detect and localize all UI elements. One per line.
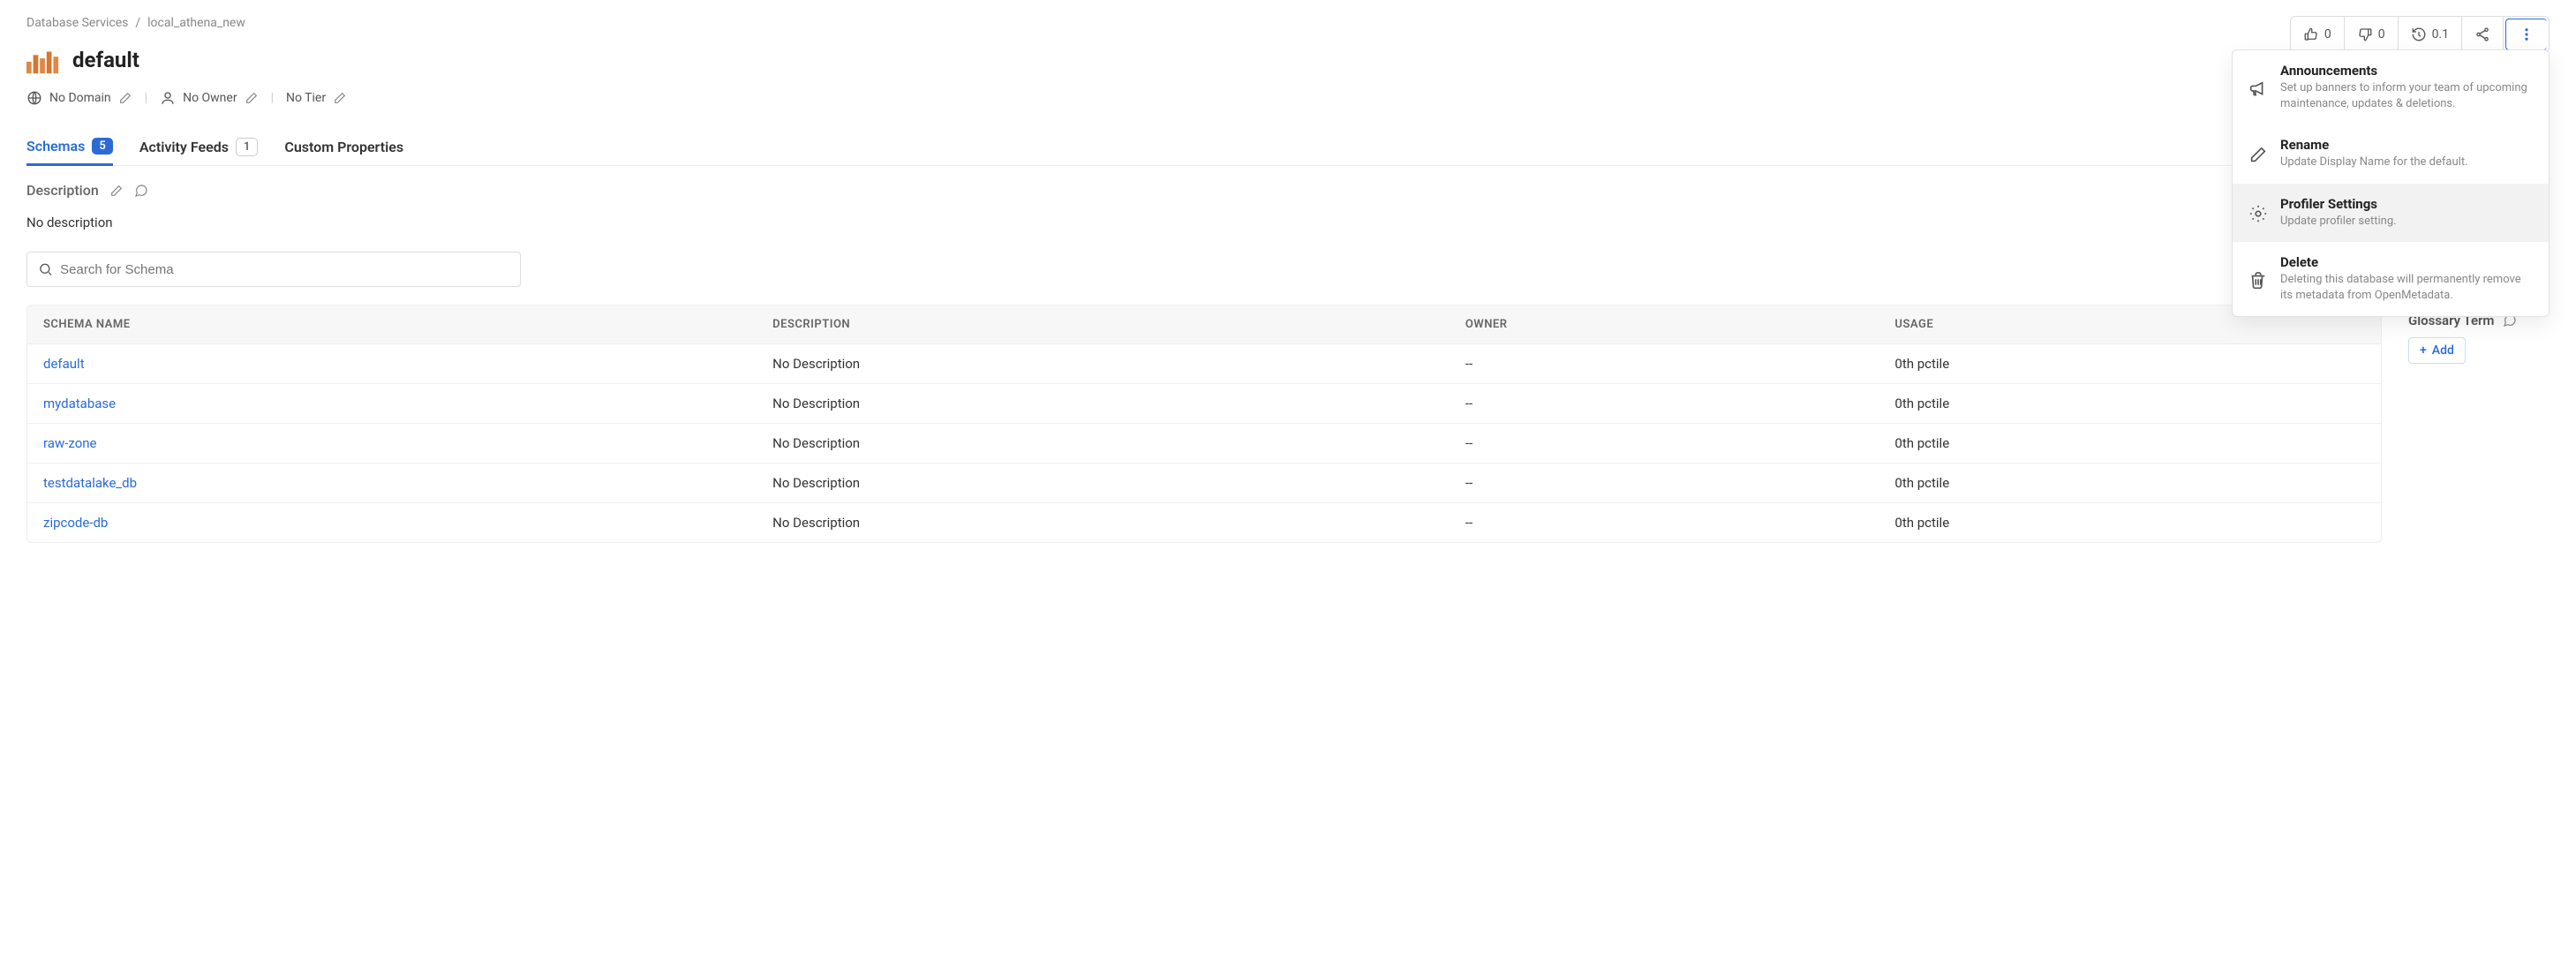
share-button[interactable] [2462, 17, 2504, 52]
edit-icon[interactable] [118, 91, 132, 105]
tab-schemas[interactable]: Schemas 5 [26, 129, 113, 166]
menu-announcements-title: Announcements [2280, 63, 2533, 79]
tier-label: No Tier [286, 91, 326, 105]
description-heading: Description [26, 182, 2382, 199]
schema-desc: No Description [757, 344, 1450, 384]
tab-activity-feeds[interactable]: Activity Feeds 1 [139, 129, 259, 165]
table-row: mydatabase No Description--0th pctile [27, 384, 2381, 424]
globe-icon [26, 90, 42, 106]
schema-usage: 0th pctile [1879, 424, 2381, 464]
thumbs-down-count: 0 [2378, 27, 2385, 41]
th-owner: OWNER [1450, 305, 1879, 344]
breadcrumb-root[interactable]: Database Services [26, 16, 128, 30]
schema-desc: No Description [757, 384, 1450, 424]
schema-desc: No Description [757, 464, 1450, 503]
menu-rename[interactable]: Rename Update Display Name for the defau… [2233, 124, 2549, 183]
edit-icon[interactable] [333, 91, 347, 105]
schema-owner: -- [1450, 344, 1879, 384]
menu-rename-sub: Update Display Name for the default. [2280, 155, 2468, 170]
schema-desc: No Description [757, 503, 1450, 543]
owner-label: No Owner [183, 91, 237, 105]
schema-link[interactable]: testdatalake_db [43, 475, 137, 491]
database-icon [26, 46, 60, 74]
schema-owner: -- [1450, 503, 1879, 543]
thumbs-down-button[interactable]: 0 [2345, 17, 2399, 52]
person-icon [160, 90, 176, 106]
menu-announcements[interactable]: Announcements Set up banners to inform y… [2233, 50, 2549, 124]
schema-usage: 0th pctile [1879, 344, 2381, 384]
domain-label: No Domain [49, 91, 111, 105]
more-menu-dropdown: Announcements Set up banners to inform y… [2232, 49, 2550, 317]
menu-profiler-settings[interactable]: Profiler Settings Update profiler settin… [2233, 184, 2549, 242]
menu-delete-title: Delete [2280, 254, 2533, 270]
th-description: DESCRIPTION [757, 305, 1450, 344]
tab-custom-properties[interactable]: Custom Properties [284, 129, 403, 165]
menu-rename-title: Rename [2280, 137, 2468, 153]
search-icon [38, 261, 53, 277]
owner-field: No Owner [160, 90, 259, 106]
tier-field: No Tier [286, 91, 347, 105]
tabs: Schemas 5 Activity Feeds 1 Custom Proper… [26, 129, 2550, 166]
schema-owner: -- [1450, 384, 1879, 424]
domain-field: No Domain [26, 90, 132, 106]
menu-announcements-sub: Set up banners to inform your team of up… [2280, 80, 2533, 112]
top-actions: 0 0 0.1 [2290, 16, 2550, 53]
add-glossary-button[interactable]: + Add [2408, 337, 2466, 364]
breadcrumb-current: local_athena_new [147, 16, 245, 30]
table-row: testdatalake_db No Description--0th pctil… [27, 464, 2381, 503]
schema-link[interactable]: mydatabase [43, 396, 116, 411]
schemas-count-badge: 5 [92, 138, 112, 155]
version-label: 0.1 [2432, 27, 2449, 41]
menu-delete[interactable]: Delete Deleting this database will perma… [2233, 242, 2549, 316]
edit-icon[interactable] [245, 91, 259, 105]
schema-desc: No Description [757, 424, 1450, 464]
page-title: default [72, 48, 139, 72]
schema-link[interactable]: raw-zone [43, 435, 96, 451]
schema-usage: 0th pctile [1879, 384, 2381, 424]
menu-delete-sub: Deleting this database will permanently … [2280, 272, 2533, 304]
thumbs-up-count: 0 [2324, 27, 2331, 41]
description-empty: No description [26, 215, 2382, 230]
version-button[interactable]: 0.1 [2399, 17, 2462, 52]
menu-profiler-title: Profiler Settings [2280, 196, 2397, 212]
schema-table: SCHEMA NAME DESCRIPTION OWNER USAGE defa… [27, 305, 2381, 542]
search-input[interactable] [60, 262, 509, 277]
schema-link[interactable]: default [43, 356, 85, 372]
thumbs-up-button[interactable]: 0 [2291, 17, 2345, 52]
more-menu-button[interactable] [2505, 19, 2547, 50]
search-schema-box[interactable] [26, 252, 521, 287]
table-row: zipcode-db No Description--0th pctile [27, 503, 2381, 543]
schema-usage: 0th pctile [1879, 503, 2381, 543]
menu-profiler-sub: Update profiler setting. [2280, 214, 2397, 230]
schema-link[interactable]: zipcode-db [43, 515, 108, 531]
breadcrumb: Database Services / local_athena_new [26, 16, 2550, 30]
edit-icon[interactable] [109, 184, 124, 198]
table-row: default No Description--0th pctile [27, 344, 2381, 384]
schema-owner: -- [1450, 464, 1879, 503]
activity-count-badge: 1 [236, 138, 258, 156]
schema-owner: -- [1450, 424, 1879, 464]
table-row: raw-zone No Description--0th pctile [27, 424, 2381, 464]
th-schema-name: SCHEMA NAME [27, 305, 757, 344]
schema-usage: 0th pctile [1879, 464, 2381, 503]
comment-icon[interactable] [134, 184, 148, 198]
plus-icon: + [2420, 343, 2427, 358]
